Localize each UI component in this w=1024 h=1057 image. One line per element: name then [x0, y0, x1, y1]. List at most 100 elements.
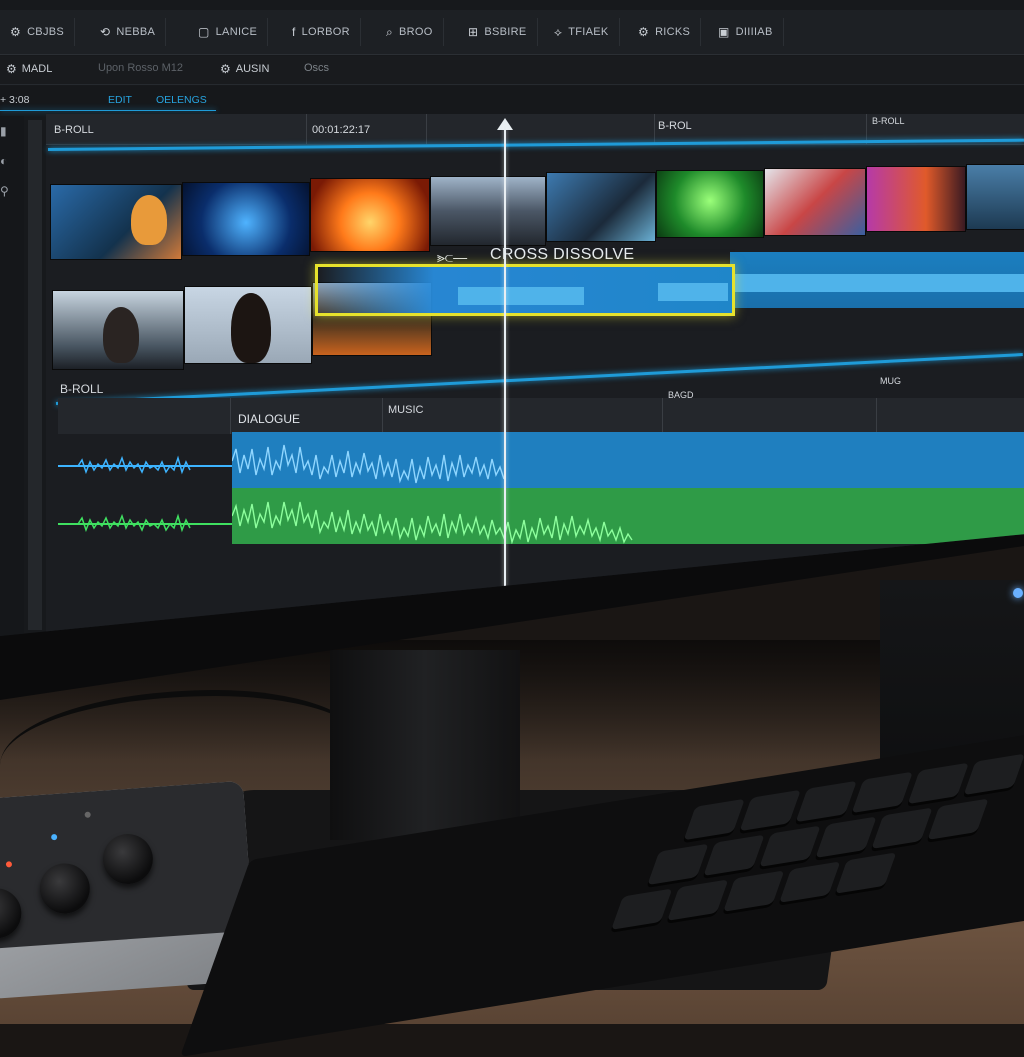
menu-item-2[interactable]: ⟲ NEBBA: [90, 18, 167, 46]
playhead[interactable]: [504, 126, 506, 588]
mode-button[interactable]: ⚙ MADL: [6, 62, 52, 76]
video-clip-thumb[interactable]: [966, 164, 1024, 230]
timecode-display: + 3:08: [0, 94, 30, 106]
audio-icon: ⚙: [220, 62, 231, 76]
key: [723, 870, 785, 912]
monitor-stand-neck: [330, 650, 520, 840]
cross-dissolve-transition[interactable]: [315, 264, 735, 316]
audio-interface-panel: [0, 780, 254, 950]
tools-bar: + 3:08 EDIT OELENGS: [0, 86, 1024, 114]
key: [759, 825, 821, 868]
led-indicator: [84, 811, 91, 818]
menu-item-9[interactable]: ▣ DIIIIAB: [708, 18, 784, 46]
key: [795, 780, 857, 823]
audio-right-label: BAGD: [668, 390, 694, 400]
audio-col: [382, 398, 663, 434]
key: [647, 843, 709, 886]
edit-tab[interactable]: EDIT: [108, 94, 132, 106]
track-label-top: B-ROLL: [54, 124, 94, 136]
clip-figure: [103, 307, 139, 363]
editor-screen: ⚙ CBJBS ⟲ NEBBA ▢ LANICE f LORBOR ⌕ BROO ⊞ BSB…: [0, 0, 1024, 636]
music-waveform-left: [58, 513, 232, 533]
panel-icon: ▣: [718, 25, 730, 39]
menu-item-4[interactable]: f LORBOR: [282, 18, 361, 46]
music-waveform: [232, 501, 633, 544]
sub-bar: ⚙ MADL Upon Rosso M12 ⚙ AUSIN Oscs: [0, 56, 1024, 85]
audio-track-header: DIALOGUE MUSIC BAGD MUG: [58, 376, 1024, 434]
volume-knob: [101, 832, 155, 886]
menu-label: RICKS: [655, 26, 691, 38]
led-indicator: [5, 861, 13, 868]
power-indicator: [1013, 588, 1023, 598]
left-tool-strip: ▮ ◐ ⚲: [0, 116, 24, 636]
menu-label: DIIIIAB: [735, 26, 773, 38]
mode-icon: ⚙: [6, 62, 17, 76]
audio-col: [58, 398, 231, 434]
video-clip-thumb[interactable]: [52, 290, 184, 370]
key: [611, 888, 673, 930]
key: [815, 816, 877, 858]
video-clip-thumb[interactable]: [546, 172, 656, 242]
track-scrollbar[interactable]: [28, 120, 42, 630]
active-tab[interactable]: OELENGS: [156, 94, 207, 106]
key: [851, 771, 913, 814]
audio-dialogue-label: DIALOGUE: [238, 412, 301, 426]
menu-item-8[interactable]: ⚙ RICKS: [628, 18, 702, 46]
extra-label[interactable]: Oscs: [304, 62, 329, 74]
audio-music-label: MUSIC: [388, 404, 424, 416]
dialogue-waveform-left: [58, 455, 232, 475]
clip-figure: [131, 195, 167, 245]
video-clip-thumb[interactable]: [182, 182, 310, 256]
key: [683, 798, 745, 841]
output-knob: [0, 886, 24, 941]
key: [927, 798, 989, 840]
menu-bar: ⚙ CBJBS ⟲ NEBBA ▢ LANICE f LORBOR ⌕ BROO ⊞ BSB…: [0, 10, 1024, 55]
transition-inner-bar: [458, 287, 584, 305]
clip-inner-bar: [730, 274, 1024, 292]
dialogue-waveform: [232, 444, 505, 484]
track-label-far-right: B-ROLL: [872, 116, 905, 126]
eye-icon[interactable]: ◐: [0, 154, 14, 168]
link-icon[interactable]: ⚲: [0, 184, 14, 198]
video-clip-thumb[interactable]: [50, 184, 182, 260]
video-clip-blue[interactable]: [730, 252, 1024, 308]
menu-item-1[interactable]: ⚙ CBJBS: [0, 18, 76, 46]
gear-icon: ⚙: [638, 25, 650, 39]
grid-icon: ⊞: [468, 25, 479, 39]
square-icon: ▢: [198, 25, 210, 39]
menu-label: LORBOR: [301, 26, 350, 38]
effects-icon: ⟡: [554, 24, 563, 39]
led-indicator: [50, 833, 58, 841]
video-clip-thumb[interactable]: [184, 286, 312, 364]
ruler-segment: [426, 114, 655, 144]
lock-icon[interactable]: ▮: [0, 124, 14, 138]
project-name: Upon Rosso M12: [98, 62, 183, 74]
menu-item-6[interactable]: ⊞ BSBIRE: [458, 18, 538, 46]
menu-label: BSBIRE: [484, 26, 527, 38]
facebook-icon: f: [292, 25, 296, 39]
gear-icon: ⚙: [10, 25, 22, 39]
audio-right-label-2: MUG: [880, 376, 901, 386]
menu-label: CBJBS: [27, 26, 65, 38]
search-icon: ⌕: [386, 24, 394, 39]
audio-label: AUSIN: [235, 63, 270, 75]
key: [667, 879, 729, 921]
audio-button[interactable]: ⚙ AUSIN: [220, 62, 269, 76]
video-clip-thumb[interactable]: [430, 176, 546, 246]
gain-knob: [38, 861, 92, 916]
audio-col: [662, 398, 877, 434]
track-label-right: B-ROL: [658, 120, 692, 132]
video-clip-thumb[interactable]: [866, 166, 966, 232]
menu-label: LANICE: [215, 26, 258, 38]
menu-item-5[interactable]: ⌕ BROO: [376, 18, 444, 46]
video-clip-thumb[interactable]: [656, 170, 764, 238]
mode-label: MADL: [21, 63, 53, 75]
menu-item-3[interactable]: ▢ LANICE: [188, 18, 269, 46]
key: [963, 753, 1024, 796]
menu-item-7[interactable]: ⟡ TFIAEK: [544, 18, 620, 46]
key: [739, 789, 801, 832]
menu-label: NEBBA: [116, 26, 156, 38]
video-clip-thumb[interactable]: [310, 178, 430, 252]
key: [779, 861, 841, 903]
video-clip-thumb[interactable]: [764, 168, 866, 236]
